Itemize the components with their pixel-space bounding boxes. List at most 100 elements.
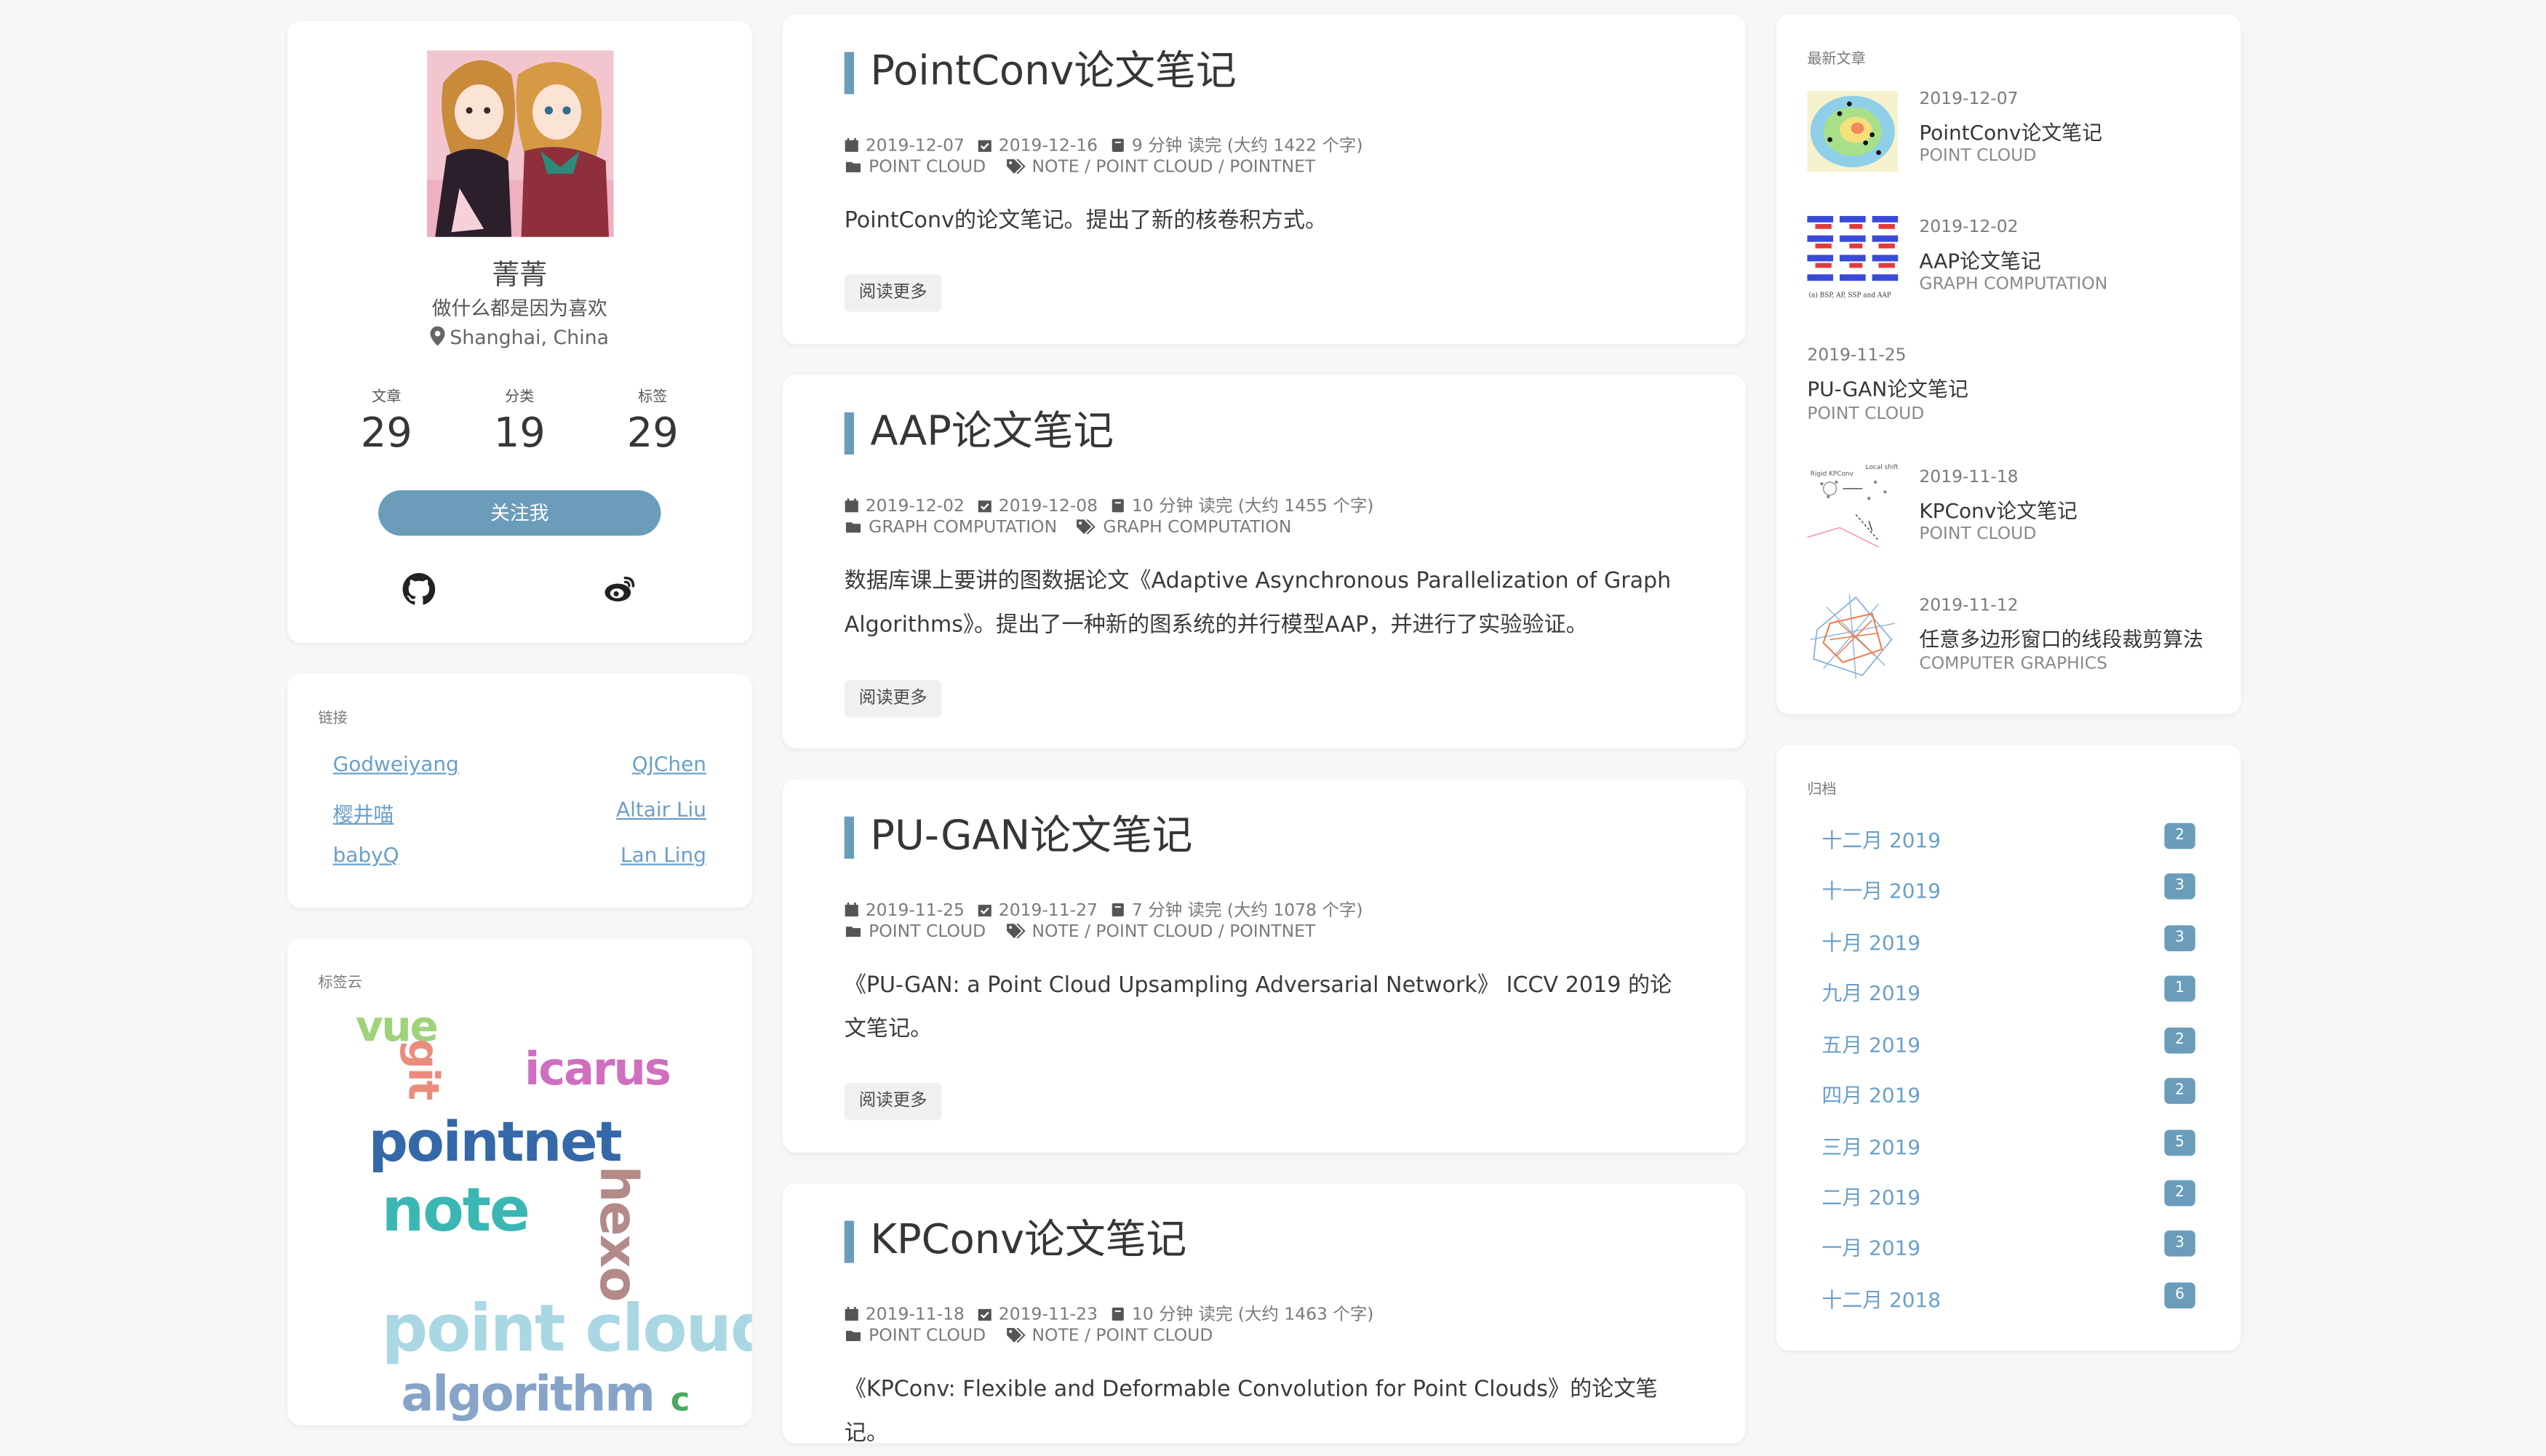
friend-link[interactable]: Godweiyang [333,751,459,775]
archive-item[interactable]: 十月 2019 3 [1821,922,2195,958]
tag-note[interactable]: note [382,1175,530,1245]
archive-item[interactable]: 二月 2019 2 [1821,1177,2195,1212]
archive-month: 十二月 2019 [1821,828,1942,852]
folder-icon [845,927,861,937]
archive-item[interactable]: 三月 2019 5 [1821,1127,2195,1162]
tags-icon [1077,519,1096,535]
calendar-check-icon [978,905,991,917]
read-more-button[interactable]: 阅读更多 [844,274,942,312]
tag-algorithm[interactable]: algorithm [401,1367,655,1423]
archive-month: 十月 2019 [1821,929,1921,955]
archive-month: 五月 2019 [1821,1032,1921,1057]
folder-icon [845,1330,861,1341]
post-card: PointConv论文笔记 2019-12-07 2019-12-16 9 分钟 读… [782,15,1746,345]
stat-value: 29 [360,409,412,457]
links-widget: 链接 Godweiyang QJChen 樱井喵 Altair Liu baby… [287,673,752,908]
post-meta: 2019-12-07 2019-12-16 9 分钟 读完 (大约 1422 个字) [845,133,1376,157]
post-taxonomy: POINT CLOUD NOTE / POINT CLOUD / POINTNE… [845,922,1315,942]
post-updated: 2019-11-23 [998,1305,1098,1325]
recent-posts-widget: 最新文章 2019-12-07 PointConv论文笔记 POINT CLOU… [1776,15,2241,715]
stat-posts[interactable]: 文章 29 [338,385,435,457]
post-category[interactable]: GRAPH COMPUTATION [869,518,1057,537]
recent-title-link[interactable]: PointConv论文笔记 [1919,115,2102,145]
recent-date: 2019-11-18 [1919,467,2019,487]
archive-item[interactable]: 一月 2019 3 [1821,1227,2195,1263]
archive-item[interactable]: 十一月 2019 3 [1821,870,2195,905]
book-icon [1112,138,1124,152]
post-reading-time: 9 分钟 读完 (大约 1422 个字) [1131,136,1363,156]
archive-item[interactable]: 五月 2019 2 [1821,1024,2195,1060]
stat-tags[interactable]: 标签 29 [604,385,701,457]
github-icon[interactable] [402,572,436,606]
archive-item[interactable]: 十二月 2019 2 [1821,820,2195,855]
archive-item[interactable]: 十二月 2018 6 [1821,1279,2195,1315]
svg-text:Local shifts: Local shifts [1866,464,1899,471]
post-card: AAP论文笔记 2019-12-02 2019-12-08 10 分钟 读完 (大约… [782,375,1746,748]
tag-pointnet[interactable]: pointnet [369,1111,623,1175]
post-tags[interactable]: NOTE / POINT CLOUD [1031,1327,1213,1346]
recent-date: 2019-12-02 [1919,217,2019,237]
friend-link[interactable]: Lan Ling [620,842,706,866]
archive-item[interactable]: 四月 2019 2 [1821,1075,2195,1111]
archive-month: 一月 2019 [1821,1235,1921,1260]
calendar-icon [845,498,858,513]
recent-thumbnail[interactable]: (a) BSP, AP, SSP and AAP [1807,215,1899,307]
recent-thumbnail[interactable] [1807,591,1899,682]
recent-title-link[interactable]: PU-GAN论文笔记 [1807,372,1968,402]
tag-icarus[interactable]: icarus [524,1042,671,1096]
archive-item[interactable]: 九月 2019 1 [1821,972,2195,1008]
tag-git[interactable]: git [398,1039,447,1099]
calendar-check-icon [978,500,991,513]
recent-category[interactable]: COMPUTER GRAPHICS [1919,655,2107,674]
recent-title-link[interactable]: AAP论文笔记 [1919,244,2040,274]
friend-link[interactable]: QJChen [632,751,706,775]
post-tags[interactable]: NOTE / POINT CLOUD / POINTNET [1031,158,1315,177]
tag-c[interactable]: c [671,1380,690,1419]
archive-month: 十一月 2019 [1821,878,1942,903]
stat-categories[interactable]: 分类 19 [471,385,568,457]
read-more-button[interactable]: 阅读更多 [844,680,942,718]
tagcloud-title: 标签云 [318,975,362,992]
links-title: 链接 [318,711,348,727]
read-more-button[interactable]: 阅读更多 [844,1082,942,1121]
post-title[interactable]: KPConv论文笔记 [844,1216,1186,1265]
recent-date: 2019-11-12 [1919,596,2019,615]
archives-title: 归档 [1807,782,1837,799]
map-marker-icon [430,326,445,346]
post-category[interactable]: POINT CLOUD [869,1327,986,1346]
post-tags[interactable]: GRAPH COMPUTATION [1103,518,1291,537]
profile-name: 菁菁 [492,260,548,292]
post-updated: 2019-12-08 [998,497,1098,516]
book-icon [1112,1307,1124,1321]
friend-link[interactable]: 樱井喵 [333,797,394,828]
post-category[interactable]: POINT CLOUD [869,158,986,177]
archive-count-badge: 2 [2164,1180,2195,1207]
tag-point-cloud[interactable]: point cloud [382,1292,752,1367]
follow-button[interactable]: 关注我 [378,490,661,536]
archive-count-badge: 5 [2164,1129,2195,1156]
recent-thumbnail[interactable] [1807,90,1899,182]
archive-count-badge: 1 [2164,975,2195,1002]
recent-category[interactable]: POINT CLOUD [1807,404,1924,424]
friend-link[interactable]: babyQ [333,842,399,866]
recent-category[interactable]: POINT CLOUD [1919,146,2036,166]
thumb-caption: (a) BSP, AP, SSP and AAP [1809,291,1891,299]
recent-thumbnail[interactable]: Rigid KPConv Local shifts [1807,463,1902,554]
post-title[interactable]: PU-GAN论文笔记 [844,812,1192,860]
post-tags[interactable]: NOTE / POINT CLOUD / POINTNET [1031,922,1315,942]
recent-category[interactable]: GRAPH COMPUTATION [1919,274,2107,294]
post-title[interactable]: PointConv论文笔记 [844,47,1237,96]
tagcloud-widget: 标签云 vue git icarus pointnet note hexo po… [287,938,752,1425]
post-excerpt: 《PU-GAN: a Point Cloud Upsampling Advers… [844,972,1672,1043]
recent-title-link[interactable]: KPConv论文笔记 [1919,494,2077,524]
recent-category[interactable]: POINT CLOUD [1919,524,2036,544]
recent-title-link[interactable]: 任意多边形窗口的线段裁剪算法 [1919,622,2203,652]
weibo-icon[interactable] [604,573,636,606]
post-category[interactable]: POINT CLOUD [869,922,986,942]
archive-count-badge: 3 [2164,925,2195,952]
friend-link[interactable]: Altair Liu [616,797,706,821]
post-title[interactable]: AAP论文笔记 [844,407,1114,456]
tag-hexo[interactable]: hexo [588,1166,650,1301]
recent-date: 2019-11-25 [1807,345,1907,366]
calendar-icon [845,903,858,917]
